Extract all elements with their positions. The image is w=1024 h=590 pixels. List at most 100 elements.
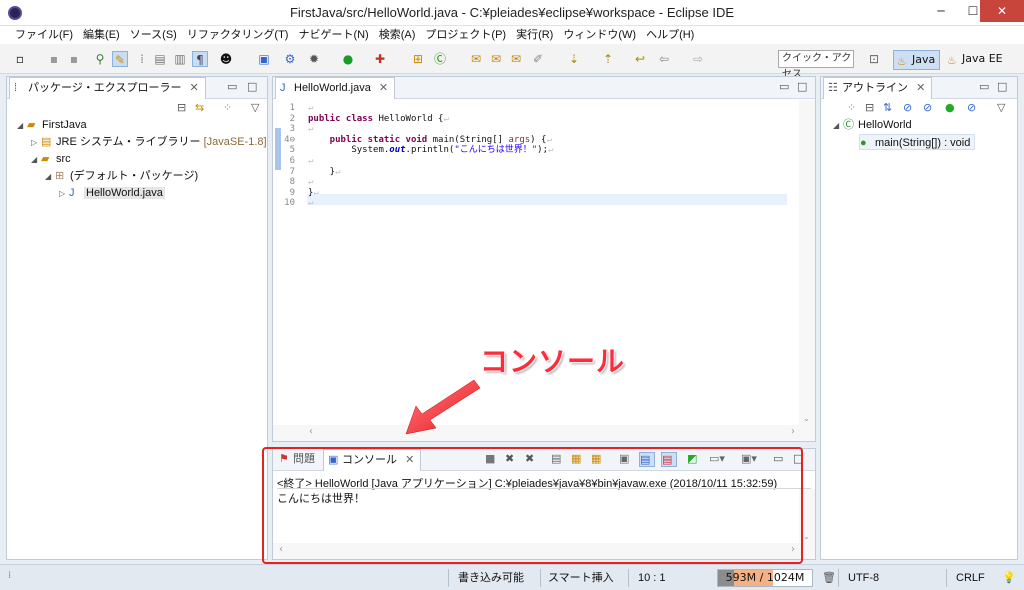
menu-project[interactable]: プロジェクト(P) xyxy=(420,26,511,44)
tab-helloworld-java[interactable]: J HelloWorld.java ✕ xyxy=(275,77,396,99)
pin-icon[interactable]: ⚲ xyxy=(92,51,108,67)
hide-fields-icon[interactable]: ⊘ xyxy=(903,101,912,114)
menu-help[interactable]: ヘルプ(H) xyxy=(641,26,699,44)
expanded-arrow-icon[interactable]: ◢ xyxy=(45,169,55,185)
menu-source[interactable]: ソース(S) xyxy=(125,26,182,44)
code-line[interactable]: ↵ xyxy=(308,124,313,134)
breadcrumb-toggle-icon[interactable]: ▤ xyxy=(152,51,168,67)
outline-item-method[interactable]: ● main(String[]) : void xyxy=(859,134,976,150)
code-line[interactable]: }↵ xyxy=(308,167,341,177)
code-line[interactable]: ↵ xyxy=(308,177,313,187)
code-line[interactable]: public static void main(String[] args) {… xyxy=(308,135,552,145)
forward-icon[interactable]: ⇨ xyxy=(690,51,706,67)
outline-item-class[interactable]: ◢ Ⓒ HelloWorld xyxy=(833,117,912,133)
maximize-view-icon[interactable]: □ xyxy=(797,80,807,93)
next-annotation-icon[interactable]: ⇣ xyxy=(566,51,582,67)
tree-item-default-package[interactable]: ◢ ⊞ (デフォルト・パッケージ) xyxy=(45,168,198,184)
sort-icon[interactable]: ⇅ xyxy=(883,101,892,114)
hide-local-types-icon[interactable]: ⊘ xyxy=(967,101,976,114)
perspective-javaee-button[interactable]: ♨ Java EE xyxy=(944,50,1007,70)
minimize-view-icon[interactable]: ▭ xyxy=(979,80,989,93)
expanded-arrow-icon[interactable]: ◢ xyxy=(17,118,27,134)
run-icon[interactable]: ● xyxy=(340,51,356,67)
new-icon[interactable]: ▫ xyxy=(12,51,28,67)
expanded-arrow-icon[interactable]: ◢ xyxy=(31,152,41,168)
status-line-delimiter[interactable]: CRLF xyxy=(956,569,985,587)
open-perspective-icon[interactable]: ⊡ xyxy=(866,51,882,67)
collapsed-arrow-icon[interactable]: ▷ xyxy=(31,135,41,151)
show-whitespace-icon[interactable]: ¶ xyxy=(192,51,208,67)
garbage-collect-icon[interactable]: 🗑 xyxy=(822,569,836,587)
tree-item-project[interactable]: ◢ ▰ FirstJava xyxy=(17,117,87,133)
menu-edit[interactable]: 編集(E) xyxy=(78,26,125,44)
quick-access-field[interactable]: クイック・アクセス xyxy=(778,50,854,80)
open-type-icon[interactable]: ✉ xyxy=(468,51,484,67)
collapse-all-icon[interactable]: ⊟ xyxy=(865,101,874,114)
external-tools-icon[interactable]: ✚ xyxy=(372,51,388,67)
tip-bulb-icon[interactable]: 💡 xyxy=(1002,569,1016,587)
toggle-mark-occurrences-icon[interactable]: ✎ xyxy=(112,51,128,67)
editor-vertical-scrollbar[interactable]: ⌄ xyxy=(799,100,815,441)
focus-icon[interactable]: ⁘ xyxy=(847,101,856,114)
code-line[interactable]: }↵ xyxy=(308,188,319,198)
status-position[interactable]: 10 : 1 xyxy=(638,569,666,587)
minimize-view-icon[interactable]: ▭ xyxy=(227,80,237,93)
code-line[interactable]: public class HelloWorld {↵ xyxy=(308,114,449,124)
scroll-right-icon[interactable]: › xyxy=(791,426,795,437)
menu-search[interactable]: 検索(A) xyxy=(374,26,421,44)
editor-horizontal-scrollbar[interactable]: ‹ › xyxy=(273,425,799,441)
close-icon[interactable]: ✕ xyxy=(916,82,925,94)
tree-item-jre[interactable]: ▷ ▤ JRE システム・ライブラリー [JavaSE-1.8] xyxy=(31,134,267,150)
tree-item-helloworld[interactable]: ▷ J HelloWorld.java xyxy=(59,185,165,201)
open-task-icon[interactable]: ✉ xyxy=(488,51,504,67)
expanded-arrow-icon[interactable]: ◢ xyxy=(833,118,843,134)
save-icon[interactable]: ▪ xyxy=(46,51,62,67)
scroll-down-icon[interactable]: ⌄ xyxy=(803,532,810,541)
view-menu-icon[interactable]: ▽ xyxy=(251,101,259,114)
new-java-project-icon[interactable]: ⊞ xyxy=(410,51,426,67)
menu-window[interactable]: ウィンドウ(W) xyxy=(558,26,641,44)
prev-annotation-icon[interactable]: ⇡ xyxy=(600,51,616,67)
close-icon[interactable]: ✕ xyxy=(379,82,388,94)
code-line[interactable]: ↵ xyxy=(308,103,313,113)
collapsed-arrow-icon[interactable]: ▷ xyxy=(59,186,69,202)
menu-navigate[interactable]: ナビゲート(N) xyxy=(293,26,373,44)
debug-icon[interactable]: ✹ xyxy=(306,51,322,67)
task-icon[interactable]: ▣ xyxy=(256,51,272,67)
scroll-left-icon[interactable]: ‹ xyxy=(309,426,313,437)
tab-package-explorer[interactable]: ⁞ パッケージ・エクスプローラー ✕ xyxy=(9,77,206,99)
view-menu-icon[interactable]: ▽ xyxy=(997,101,1005,114)
minimize-button[interactable]: ─ xyxy=(926,0,956,22)
settings-icon[interactable]: ⚙ xyxy=(282,51,298,67)
maximize-view-icon[interactable]: □ xyxy=(997,80,1007,93)
user-icon[interactable]: ☻ xyxy=(218,51,234,67)
word-wrap-icon[interactable]: ▥ xyxy=(172,51,188,67)
menu-refactor[interactable]: リファクタリング(T) xyxy=(182,26,294,44)
code-line[interactable]: System.out.println("こんにちは世界！");↵ xyxy=(308,145,553,155)
hide-static-icon[interactable]: ⊘ xyxy=(923,101,932,114)
close-icon[interactable]: ✕ xyxy=(190,82,199,94)
save-all-icon[interactable]: ▪ xyxy=(66,51,82,67)
maximize-view-icon[interactable]: □ xyxy=(247,80,257,93)
minimize-view-icon[interactable]: ▭ xyxy=(779,80,789,93)
hide-nonpublic-icon[interactable]: ● xyxy=(945,101,955,114)
code-line[interactable]: ↵ xyxy=(308,198,313,208)
status-insert-mode[interactable]: スマート挿入 xyxy=(548,569,614,587)
edit-icon[interactable]: ✐ xyxy=(530,51,546,67)
menu-run[interactable]: 実行(R) xyxy=(511,26,558,44)
perspective-java-button[interactable]: ♨ Java xyxy=(893,50,941,70)
toggle-block-icon[interactable]: ⁞ xyxy=(134,51,150,67)
link-with-editor-icon[interactable]: ⇆ xyxy=(195,101,204,114)
heap-status[interactable]: 593M / 1024M xyxy=(717,569,813,587)
status-encoding[interactable]: UTF-8 xyxy=(848,569,879,587)
scroll-down-icon[interactable]: ⌄ xyxy=(803,414,810,423)
tree-item-src[interactable]: ◢ ▰ src xyxy=(31,151,71,167)
close-button[interactable]: ✕ xyxy=(980,0,1024,22)
menu-file[interactable]: ファイル(F) xyxy=(10,26,78,44)
new-class-icon[interactable]: Ⓒ xyxy=(432,51,448,67)
collapse-all-icon[interactable]: ⊟ xyxy=(177,101,186,114)
back-icon[interactable]: ⇦ xyxy=(656,51,672,67)
last-edit-icon[interactable]: ↩ xyxy=(632,51,648,67)
focus-icon[interactable]: ⁘ xyxy=(223,101,232,114)
open-folder-icon[interactable]: ✉ xyxy=(508,51,524,67)
